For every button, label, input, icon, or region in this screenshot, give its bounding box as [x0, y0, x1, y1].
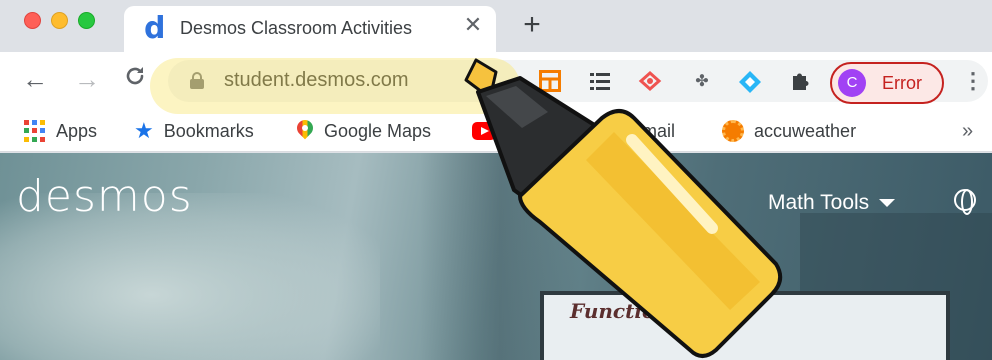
bookmark-gmail[interactable]: gmail: [472, 119, 675, 143]
apps-grid-icon: [24, 120, 46, 142]
bookmarks-bar: Apps ★ Bookmarks Google Maps gmail accuw…: [0, 110, 992, 152]
bookmarks-overflow-icon[interactable]: »: [962, 120, 973, 143]
star-icon: ★: [134, 118, 154, 143]
close-tab-icon[interactable]: ✕: [460, 12, 486, 38]
bookmark-label: gmail: [632, 120, 676, 141]
tab-title: Desmos Classroom Activities: [180, 18, 413, 38]
profile-error-button[interactable]: C Error: [830, 62, 944, 104]
reload-icon: [126, 67, 144, 85]
bookmark-bookmarks[interactable]: ★ Bookmarks: [134, 119, 254, 143]
bookmark-label: accuweather: [754, 120, 857, 141]
tab-desmos[interactable]: d Desmos Classroom Activities ✕: [124, 6, 496, 52]
math-tools-label: Math Tools: [768, 191, 870, 214]
forward-button[interactable]: →: [72, 64, 102, 94]
highlight-stroke: [150, 58, 520, 114]
profile-status-label: Error: [882, 73, 922, 93]
browser-window: d Desmos Classroom Activities ✕ + ← → st…: [0, 0, 992, 360]
reload-button[interactable]: [120, 64, 150, 94]
youtube-icon: [472, 122, 496, 140]
maps-pin-icon: [293, 116, 317, 142]
page-content: desmos Math Tools Function: [0, 153, 992, 360]
avatar: C: [838, 69, 866, 97]
caret-down-icon: [879, 199, 896, 207]
math-tools-menu[interactable]: Math Tools: [768, 191, 896, 215]
bookmark-accuweather[interactable]: accuweather: [722, 119, 856, 143]
extensions-icon[interactable]: [788, 70, 812, 94]
desmos-logo[interactable]: desmos: [16, 171, 193, 222]
flow-extension-icon[interactable]: [638, 70, 662, 94]
globe-icon[interactable]: [954, 189, 976, 215]
tab-strip: d Desmos Classroom Activities ✕ +: [0, 0, 992, 52]
bookmark-label: Apps: [56, 120, 98, 141]
layout-extension-icon[interactable]: [538, 70, 562, 94]
desmos-favicon-icon: d: [144, 11, 166, 46]
minimize-window-button[interactable]: [51, 12, 68, 29]
back-button[interactable]: ←: [20, 64, 50, 94]
puzzle-piece-small-icon[interactable]: ✤: [690, 70, 714, 94]
list-extension-icon[interactable]: [588, 70, 612, 94]
function-text: Function: [570, 299, 670, 323]
close-window-button[interactable]: [24, 12, 41, 29]
kebab-menu-icon[interactable]: ⋮: [962, 66, 984, 96]
maximize-window-button[interactable]: [78, 12, 95, 29]
bookmark-google-maps[interactable]: Google Maps: [293, 116, 432, 143]
bookmark-label: Bookmarks: [163, 120, 254, 141]
bookmark-label: Google Maps: [324, 120, 432, 141]
diamond-extension-icon[interactable]: [738, 70, 762, 94]
bookmark-apps[interactable]: Apps: [24, 119, 97, 143]
sun-icon: [722, 120, 744, 142]
new-tab-button[interactable]: +: [518, 10, 546, 40]
window-controls: [24, 12, 95, 29]
